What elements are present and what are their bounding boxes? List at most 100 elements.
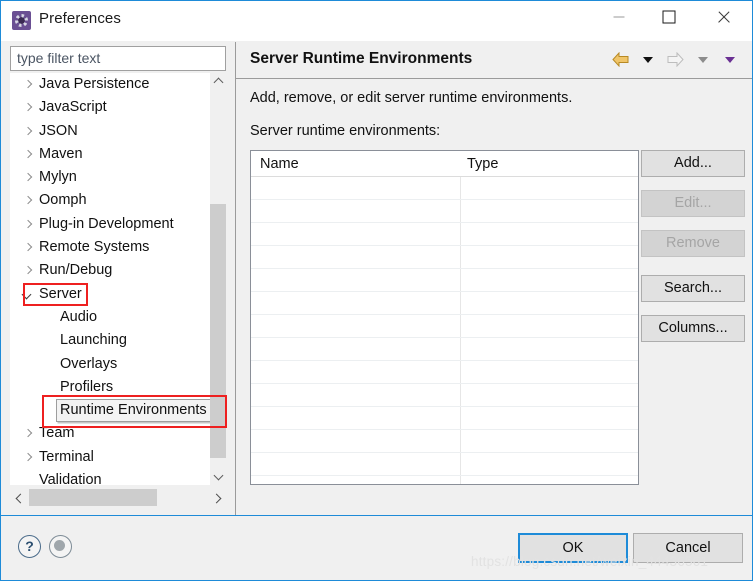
page-description: Add, remove, or edit server runtime envi… [250, 90, 573, 106]
cancel-button[interactable]: Cancel [633, 533, 743, 563]
tree-item-label: Server [39, 285, 82, 302]
back-arrow-icon[interactable] [612, 51, 629, 68]
tree-item-json[interactable]: JSON [10, 120, 210, 143]
tree-item-label: Audio [60, 308, 98, 325]
forward-arrow-icon [667, 51, 684, 68]
table-row[interactable] [251, 315, 638, 338]
tree-item-run-debug[interactable]: Run/Debug [10, 259, 210, 282]
tree-item-oomph[interactable]: Oomph [10, 189, 210, 212]
table-row[interactable] [251, 292, 638, 315]
column-header-type[interactable]: Type [467, 151, 498, 177]
add-button[interactable]: Add... [641, 150, 745, 177]
tree-item-plug-in-development[interactable]: Plug-in Development [10, 213, 210, 236]
tree-item-label: Profilers [60, 378, 114, 395]
chevron-right-icon[interactable] [22, 422, 34, 445]
tree-item-label: JavaScript [39, 99, 107, 116]
chevron-right-icon[interactable] [22, 259, 34, 282]
minimize-icon [613, 16, 624, 17]
tree-item-terminal[interactable]: Terminal [10, 446, 210, 469]
tree-item-label: Oomph [39, 192, 87, 209]
chevron-right-icon[interactable] [22, 73, 34, 96]
tree-item-label: Overlays [60, 355, 118, 372]
scroll-right-arrow-icon[interactable] [209, 489, 226, 506]
navigation-icons [609, 51, 742, 70]
tree-item-validation[interactable]: Validation [10, 469, 210, 485]
tree-item-label: Mylyn [39, 169, 77, 186]
chevron-right-icon[interactable] [22, 189, 34, 212]
detail-panel: Server Runtime Environments Add, remove,… [235, 42, 752, 515]
chevron-right-icon[interactable] [22, 96, 34, 119]
tree-item-overlays[interactable]: Overlays [10, 353, 210, 376]
apply-defaults-icon[interactable] [49, 535, 72, 558]
table-row[interactable] [251, 384, 638, 407]
runtime-environments-table[interactable]: Name Type [250, 150, 639, 485]
close-icon [716, 9, 731, 24]
tree-item-label: Plug-in Development [39, 215, 174, 232]
detail-header: Server Runtime Environments [236, 42, 752, 79]
table-row[interactable] [251, 269, 638, 292]
scroll-left-arrow-icon[interactable] [10, 489, 27, 506]
close-button[interactable] [701, 1, 746, 32]
tree-item-profilers[interactable]: Profilers [10, 376, 210, 399]
tree-item-label: Remote Systems [39, 239, 150, 256]
table-row[interactable] [251, 338, 638, 361]
vertical-scrollbar-thumb[interactable] [210, 204, 226, 458]
chevron-down-icon[interactable] [22, 283, 34, 306]
tree-item-team[interactable]: Team [10, 422, 210, 445]
table-row[interactable] [251, 246, 638, 269]
chevron-right-icon[interactable] [22, 236, 34, 259]
preference-tree[interactable]: Java Persistence JavaScript JSON Maven Mylyn… [10, 73, 226, 485]
remove-button: Remove [641, 230, 745, 257]
back-history-chevron-down-icon[interactable] [642, 53, 655, 66]
table-row[interactable] [251, 200, 638, 223]
tree-item-mylyn[interactable]: Mylyn [10, 166, 210, 189]
tree-item-list: Java Persistence JavaScript JSON Maven Mylyn… [10, 73, 226, 485]
tree-item-label: Run/Debug [39, 262, 113, 279]
help-icon[interactable]: ? [18, 535, 41, 558]
tree-item-javascript[interactable]: JavaScript [10, 96, 210, 119]
window-title: Preferences [39, 10, 121, 27]
tree-item-label: Terminal [39, 448, 94, 465]
tree-horizontal-scrollbar[interactable] [10, 489, 226, 506]
tree-item-runtime-environments[interactable]: Runtime Environments [10, 399, 226, 423]
chevron-right-icon[interactable] [22, 213, 34, 236]
view-menu-chevron-down-icon[interactable] [724, 53, 737, 66]
chevron-right-icon[interactable] [22, 446, 34, 469]
chevron-right-icon[interactable] [22, 166, 34, 189]
tree-item-server[interactable]: Server [10, 283, 210, 306]
column-header-name[interactable]: Name [260, 151, 299, 177]
edit-button: Edit... [641, 190, 745, 217]
search-button[interactable]: Search... [641, 275, 745, 302]
tree-item-audio[interactable]: Audio [10, 306, 210, 329]
minimize-button[interactable] [596, 1, 641, 32]
tree-vertical-scrollbar[interactable] [210, 73, 226, 485]
table-row[interactable] [251, 407, 638, 430]
tree-item-label: Runtime Environments [60, 402, 207, 419]
forward-history-chevron-down-icon [697, 53, 710, 66]
table-row[interactable] [251, 361, 638, 384]
table-row[interactable] [251, 223, 638, 246]
filter-placeholder: type filter text [17, 50, 101, 66]
chevron-right-icon[interactable] [22, 120, 34, 143]
ok-button[interactable]: OK [518, 533, 628, 563]
table-header-row: Name Type [251, 151, 638, 177]
tree-item-maven[interactable]: Maven [10, 143, 210, 166]
tree-item-label: Launching [60, 332, 127, 349]
tree-item-java-persistence[interactable]: Java Persistence [10, 73, 210, 96]
filter-input[interactable]: type filter text [10, 46, 226, 71]
scroll-up-arrow-icon[interactable] [210, 73, 226, 90]
tree-item-launching[interactable]: Launching [10, 329, 210, 352]
tree-item-remote-systems[interactable]: Remote Systems [10, 236, 210, 259]
table-row[interactable] [251, 453, 638, 476]
columns-button[interactable]: Columns... [641, 315, 745, 342]
scroll-down-arrow-icon[interactable] [210, 468, 226, 485]
chevron-right-icon[interactable] [22, 143, 34, 166]
preferences-gear-icon [12, 11, 31, 30]
maximize-button[interactable] [646, 1, 691, 32]
tree-item-label: Team [39, 425, 75, 442]
horizontal-scrollbar-thumb[interactable] [29, 489, 157, 506]
table-row[interactable] [251, 430, 638, 453]
page-title: Server Runtime Environments [250, 50, 473, 67]
maximize-icon [662, 10, 675, 23]
table-row[interactable] [251, 177, 638, 200]
